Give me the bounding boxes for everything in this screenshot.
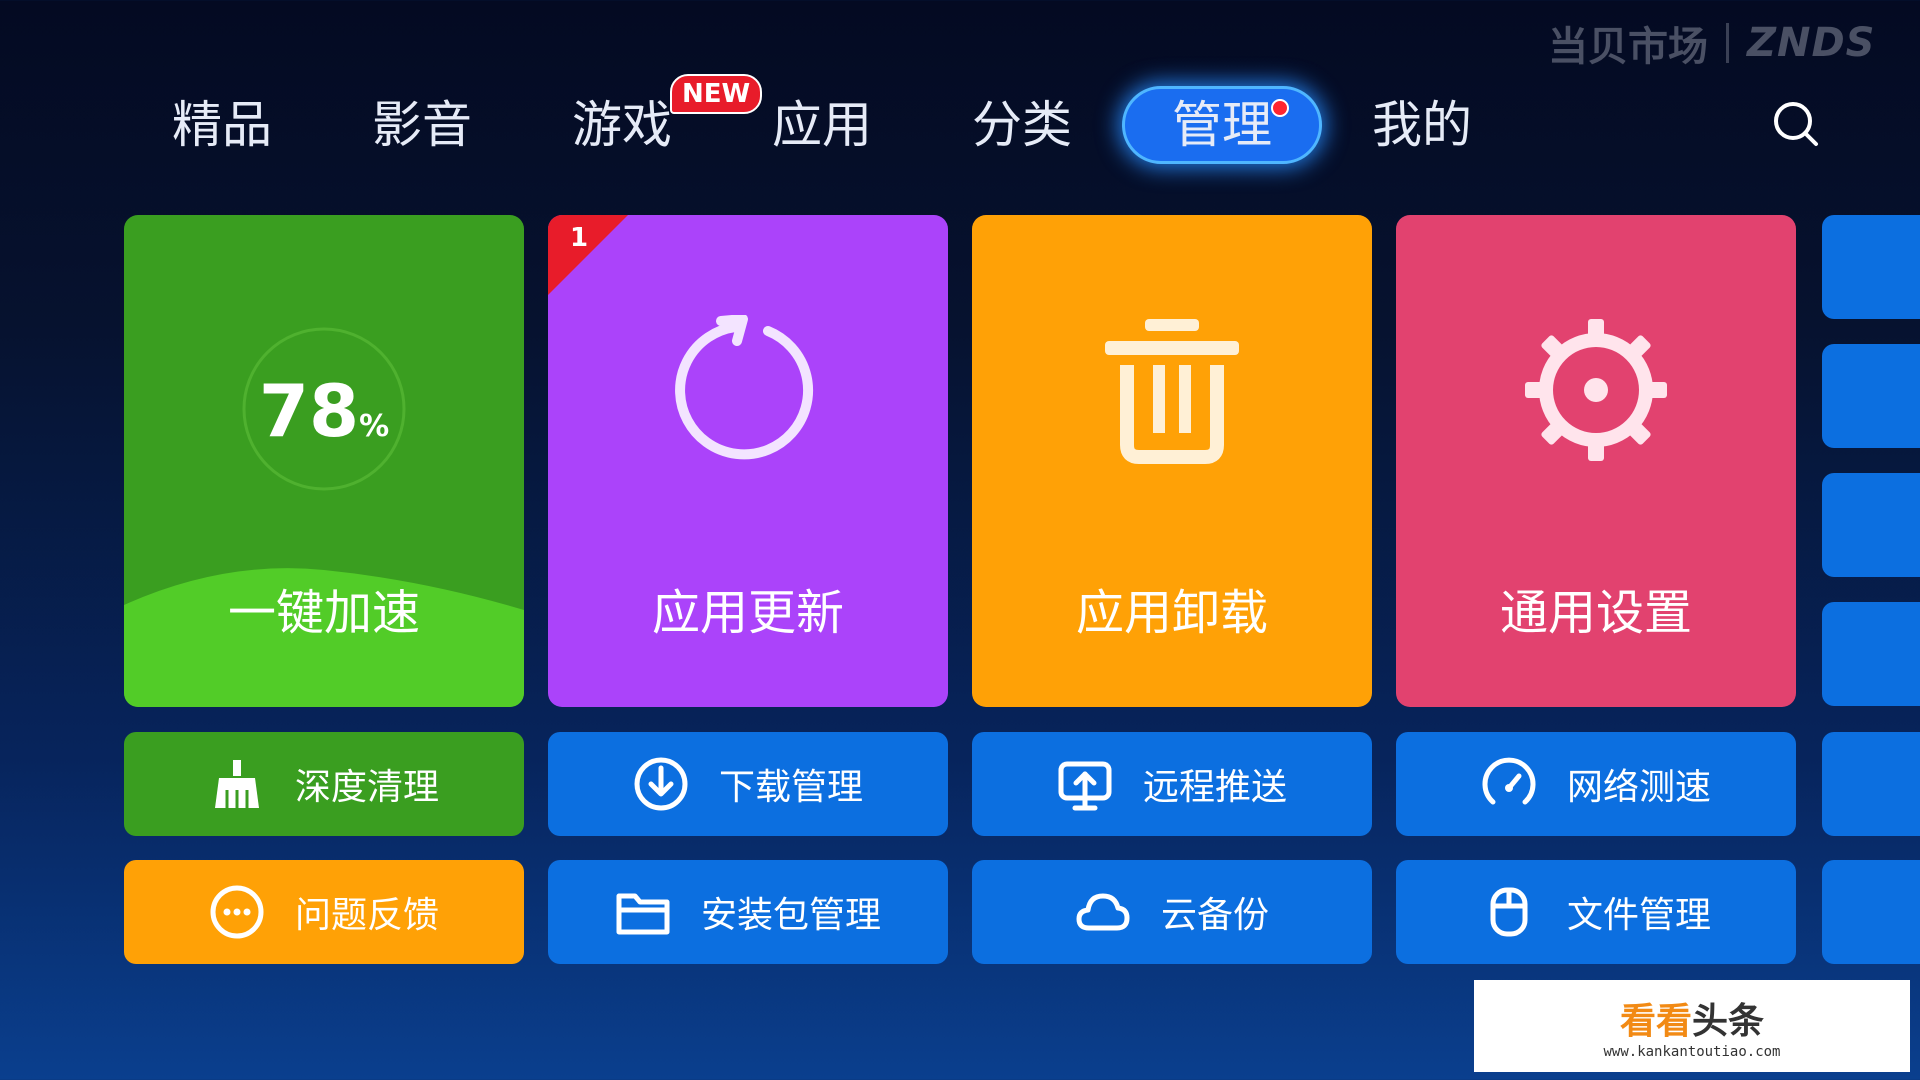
update-count: 1	[570, 223, 589, 253]
brand-name: 当贝市场	[1548, 24, 1708, 70]
broom-icon	[214, 760, 259, 808]
download-manager-label: 下载管理	[718, 767, 863, 808]
speedup-tile[interactable]: 78% 一键加速	[124, 215, 524, 707]
trash-icon	[1105, 319, 1239, 464]
refresh-icon	[675, 315, 813, 460]
speed-test-label: 网络测速	[1566, 767, 1711, 808]
download-manager-button[interactable]: 下载管理	[548, 732, 948, 836]
installer-manager-button[interactable]: 安装包管理	[548, 860, 948, 964]
watermark: 看看头条 www.kankantoutiao.com	[1474, 980, 1910, 1072]
watermark-url: www.kankantoutiao.com	[1603, 1044, 1781, 1060]
brand-logo: 当贝市场 ZNDS	[1548, 14, 1876, 72]
cloud-backup-button[interactable]: 云备份	[972, 860, 1372, 964]
more-dots-icon	[210, 885, 264, 939]
edge-tile-3[interactable]	[1822, 473, 1920, 577]
edge-tile-6[interactable]	[1822, 860, 1920, 964]
watermark-title-a: 看看	[1619, 1001, 1692, 1042]
memory-percent: 78%	[124, 369, 524, 453]
screen-cast-icon	[1058, 761, 1112, 811]
tab-mine[interactable]: 我的	[1342, 86, 1502, 164]
watermark-title: 看看头条	[1620, 992, 1764, 1044]
settings-label: 通用设置	[1499, 585, 1692, 641]
mouse-icon	[1490, 887, 1528, 937]
gear-icon	[1525, 319, 1667, 461]
deep-clean-label: 深度清理	[294, 767, 439, 808]
memory-percent-unit: %	[359, 409, 390, 444]
settings-tile[interactable]: 通用设置	[1396, 215, 1796, 707]
deep-clean-button[interactable]: 深度清理	[124, 732, 524, 836]
tab-apps[interactable]: 应用	[742, 86, 902, 164]
remote-push-button[interactable]: 远程推送	[972, 732, 1372, 836]
speedometer-icon	[1482, 757, 1536, 805]
tab-featured[interactable]: 精品	[142, 86, 302, 164]
folder-icon	[616, 893, 670, 935]
tab-categories[interactable]: 分类	[942, 86, 1102, 164]
brand-znds: ZNDS	[1747, 20, 1876, 66]
tab-media[interactable]: 影音	[342, 86, 502, 164]
speed-test-button[interactable]: 网络测速	[1396, 732, 1796, 836]
download-icon	[634, 757, 688, 811]
feedback-label: 问题反馈	[294, 895, 439, 936]
top-nav: 精品 影音 游戏 NEW 应用 分类 管理 我的	[0, 70, 1920, 180]
edge-tile-5[interactable]	[1822, 732, 1920, 836]
edge-tile-1[interactable]	[1822, 215, 1920, 319]
feedback-button[interactable]: 问题反馈	[124, 860, 524, 964]
memory-percent-value: 78	[258, 369, 360, 453]
brand-divider	[1726, 23, 1729, 63]
uninstall-label: 应用卸载	[1075, 585, 1268, 641]
installer-manager-label: 安装包管理	[700, 895, 881, 936]
cloud-icon	[1076, 893, 1130, 931]
app-update-tile[interactable]: 1 应用更新	[548, 215, 948, 707]
file-manager-button[interactable]: 文件管理	[1396, 860, 1796, 964]
remote-push-label: 远程推送	[1142, 767, 1287, 808]
uninstall-tile[interactable]: 应用卸载	[972, 215, 1372, 707]
watermark-title-b: 头条	[1692, 1001, 1765, 1042]
speedup-label: 一键加速	[227, 585, 420, 641]
edge-tile-2[interactable]	[1822, 344, 1920, 448]
tab-manage[interactable]: 管理	[1122, 86, 1322, 164]
file-manager-label: 文件管理	[1566, 895, 1711, 936]
notification-dot	[1271, 99, 1289, 117]
tab-manage-label: 管理	[1172, 96, 1272, 154]
cloud-backup-label: 云备份	[1160, 895, 1269, 936]
edge-tile-4[interactable]	[1822, 602, 1920, 706]
search-icon[interactable]	[1772, 100, 1820, 148]
update-label: 应用更新	[651, 585, 844, 641]
